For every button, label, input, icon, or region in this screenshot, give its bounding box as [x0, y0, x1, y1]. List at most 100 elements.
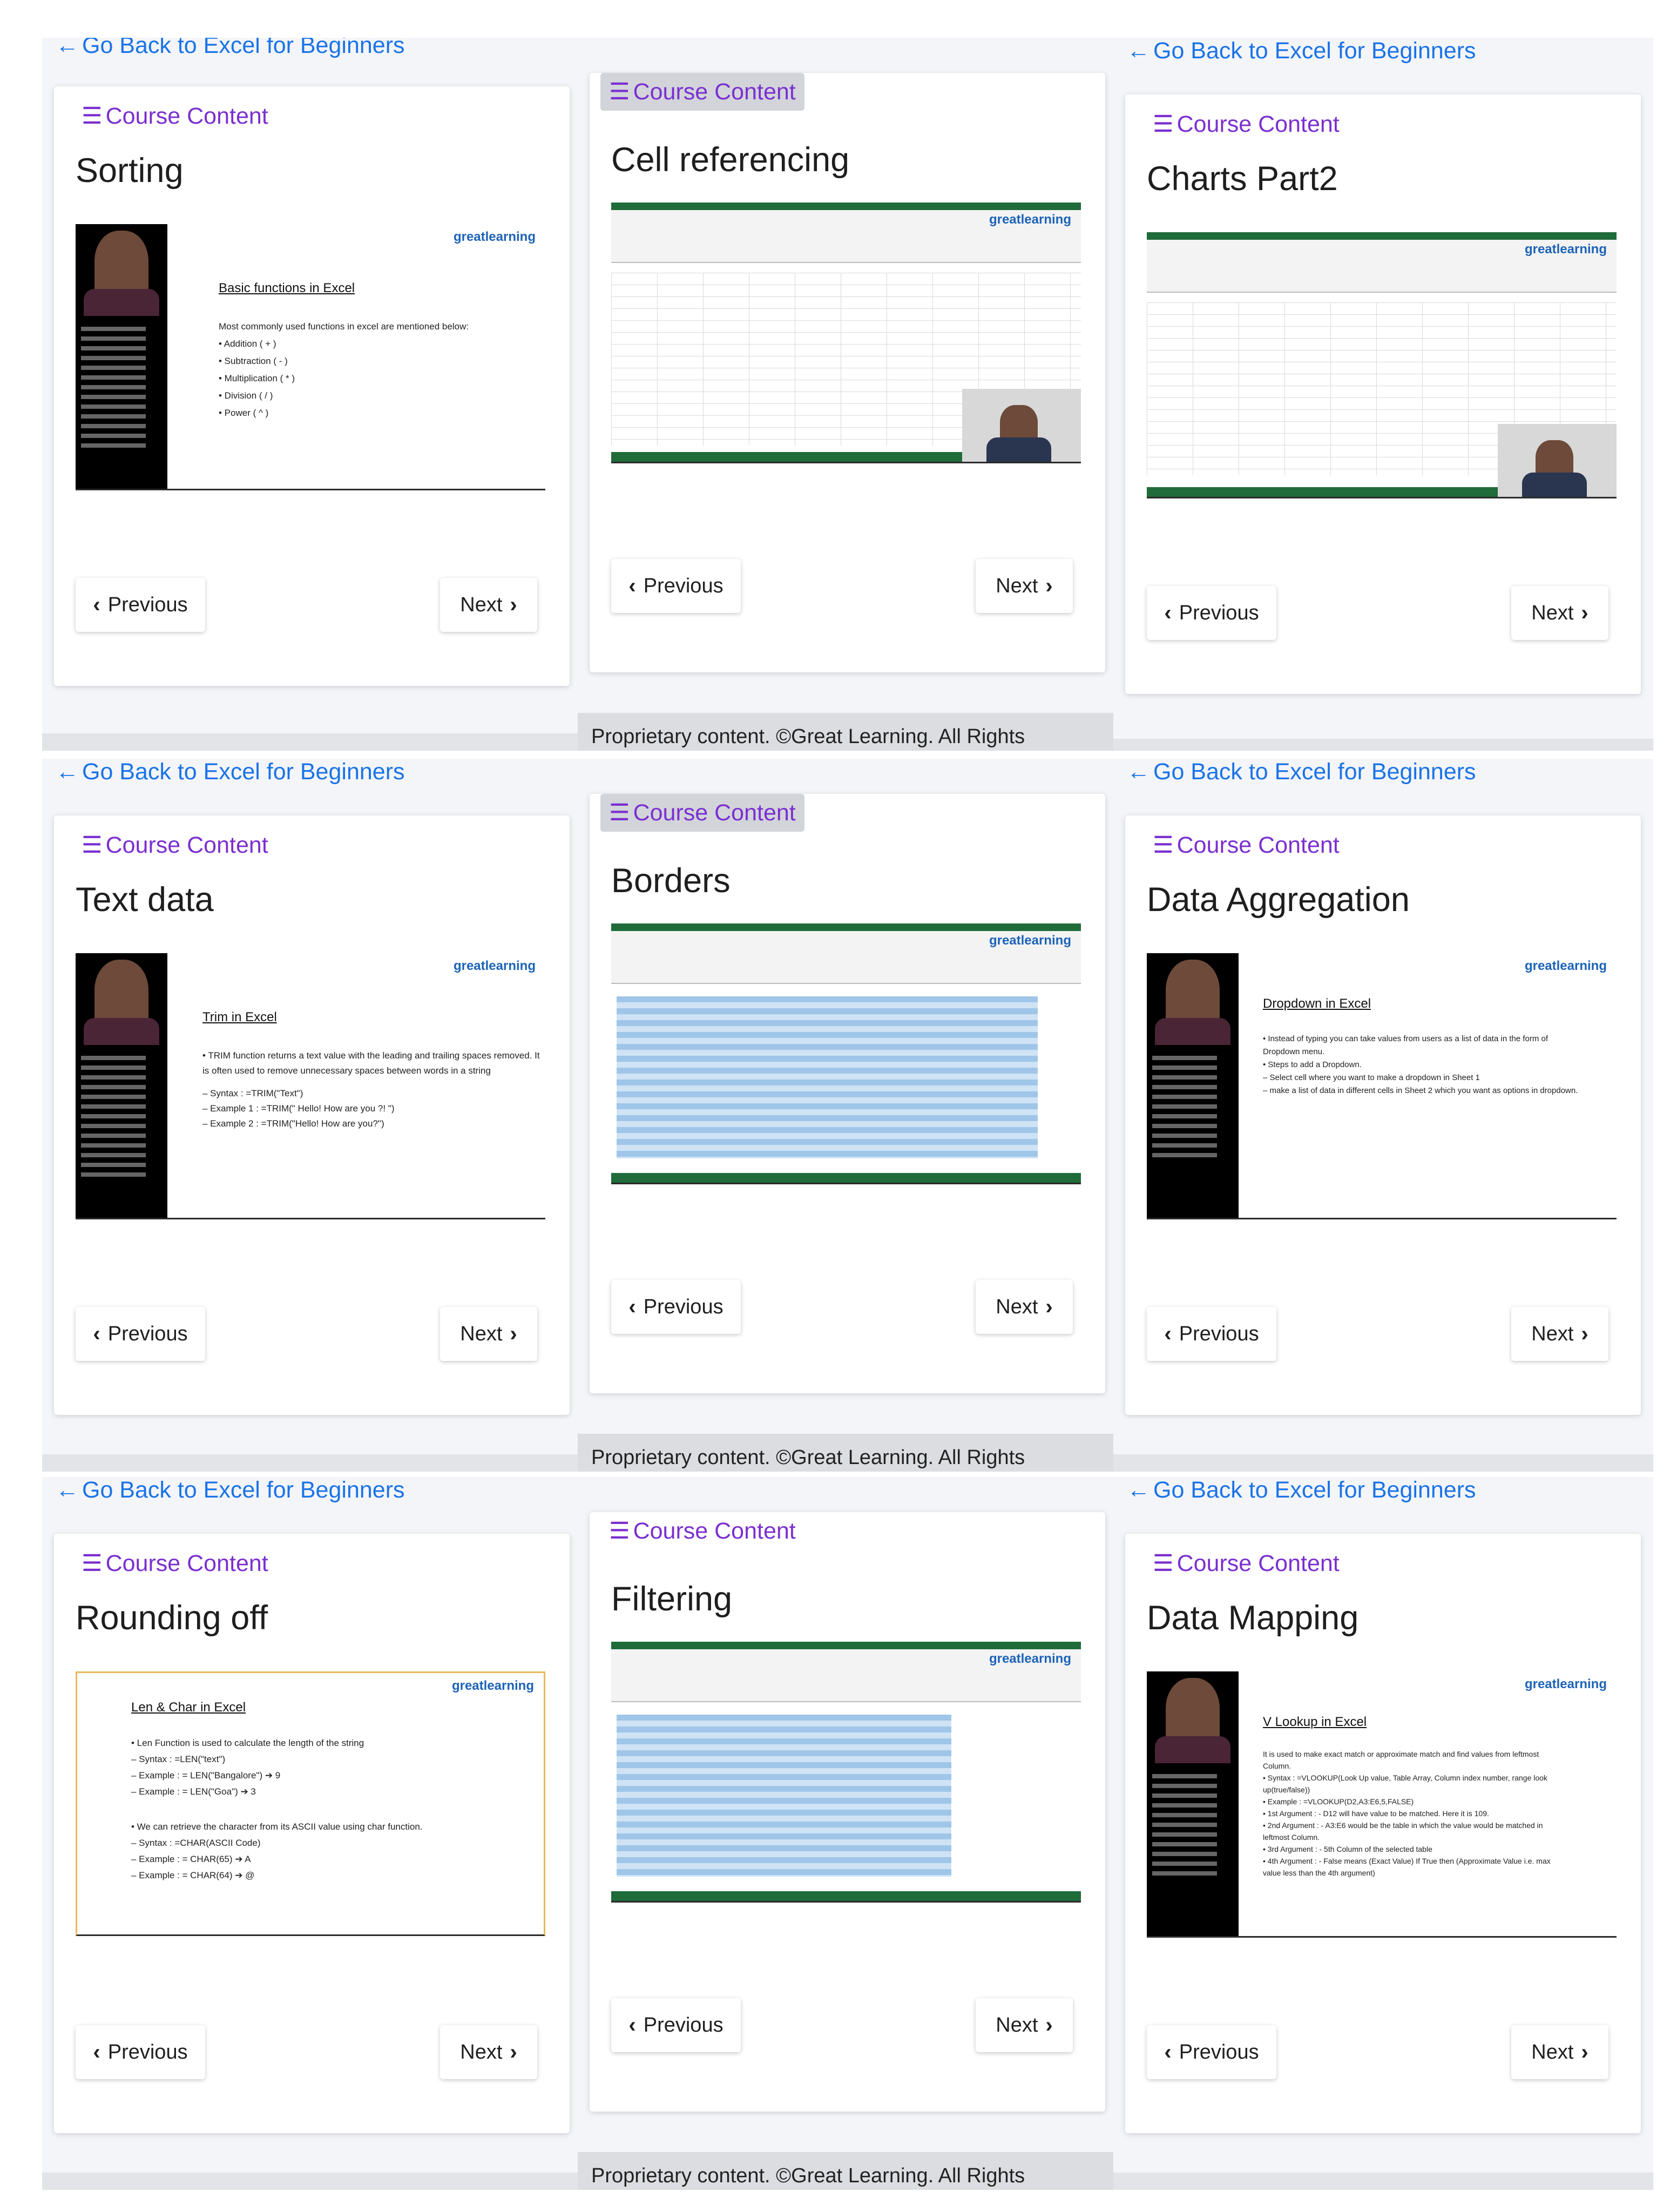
slide-line: It is used to make exact match or approx…	[1263, 1750, 1539, 1758]
slide-line: – Example : = LEN("Bangalore") ➔ 9	[131, 1770, 281, 1781]
arrow-left-icon: ←	[1127, 1477, 1150, 1503]
slide-line: • Len Function is used to calculate the …	[131, 1738, 364, 1748]
lesson-card: ☰ Course Content Filtering greatlearning …	[590, 1512, 1105, 2112]
lesson-title: Data Mapping	[1147, 1599, 1359, 1637]
slide-heading: Len & Char in Excel	[131, 1700, 246, 1715]
lesson-card: ☰ Course Content Sorting greatlearning Ba…	[54, 86, 570, 686]
lesson-title: Charts Part2	[1147, 160, 1338, 198]
course-content-button[interactable]: ☰ Course Content	[73, 97, 277, 135]
list-icon: ☰	[82, 832, 103, 858]
chevron-right-icon: ›	[510, 2040, 517, 2064]
next-button[interactable]: Next ›	[440, 578, 537, 632]
lesson-video[interactable]: greatlearning Len & Char in Excel • Len …	[76, 1671, 545, 1936]
next-button[interactable]: Next ›	[976, 1280, 1073, 1334]
next-button[interactable]: Next ›	[440, 2025, 537, 2079]
slide-line: value less than the 4th argument)	[1263, 1869, 1375, 1877]
next-button[interactable]: Next ›	[976, 1998, 1073, 2052]
arrow-left-icon: ←	[1127, 759, 1150, 785]
lesson-video[interactable]: greatlearning	[611, 1642, 1081, 1903]
course-content-button[interactable]: ☰ Course Content	[1144, 1545, 1348, 1582]
footer-bar	[42, 733, 582, 751]
arrow-left-icon: ←	[1127, 38, 1150, 64]
chevron-left-icon: ‹	[628, 574, 636, 598]
next-button[interactable]: Next ›	[440, 1307, 537, 1361]
course-content-button[interactable]: ☰ Course Content	[1144, 105, 1348, 143]
previous-button[interactable]: ‹ Previous	[76, 578, 205, 632]
greatlearning-logo: greatlearning	[1524, 1677, 1607, 1691]
panel-data-mapping: ← Go Back to Excel for Beginners ☰ Course …	[1113, 1477, 1653, 2190]
slide-line: – Syntax : =LEN("text")	[131, 1754, 226, 1764]
lesson-video[interactable]: greatlearning V Lookup in Excel It is us…	[1147, 1671, 1617, 1938]
slide-line: – Example : = LEN("Goa") ➔ 3	[131, 1786, 256, 1797]
chevron-right-icon: ›	[1581, 1321, 1588, 1346]
lesson-card: ☰ Course Content Rounding off greatlearni…	[54, 1534, 570, 2133]
previous-button[interactable]: ‹ Previous	[611, 1998, 741, 2052]
slide-line: • Subtraction ( - )	[219, 356, 288, 366]
lesson-video[interactable]: greatlearning Trim in Excel • TRIM funct…	[76, 953, 545, 1219]
back-link[interactable]: ← Go Back to Excel for Beginners	[1127, 38, 1476, 64]
footer-copyright: Proprietary content. ©Great Learning. Al…	[578, 713, 1118, 751]
lesson-video[interactable]: greatlearning	[1147, 232, 1617, 498]
arrow-left-icon: ←	[56, 38, 79, 58]
previous-button[interactable]: ‹ Previous	[1147, 586, 1276, 640]
chevron-right-icon: ›	[510, 1321, 517, 1346]
greatlearning-logo: greatlearning	[989, 212, 1071, 227]
chevron-right-icon: ›	[1045, 1294, 1053, 1319]
list-icon: ☰	[609, 79, 630, 105]
lesson-video[interactable]: greatlearning Basic functions in Excel M…	[76, 224, 545, 490]
slide-line: • 2nd Argument : - A3:E6 would be the ta…	[1263, 1821, 1543, 1830]
chevron-left-icon: ‹	[1164, 1321, 1172, 1346]
course-content-button[interactable]: ☰ Course Content	[600, 73, 804, 111]
next-button[interactable]: Next ›	[1511, 586, 1608, 640]
back-link[interactable]: ← Go Back to Excel for Beginners	[56, 1477, 405, 1503]
next-button[interactable]: Next ›	[1511, 1307, 1608, 1361]
course-content-button[interactable]: ☰ Course Content	[73, 1545, 277, 1582]
slide-line: • Division ( / )	[219, 390, 273, 401]
chevron-right-icon: ›	[510, 592, 517, 617]
next-button[interactable]: Next ›	[1511, 2025, 1608, 2079]
lesson-video[interactable]: greatlearning	[611, 923, 1081, 1184]
course-content-button[interactable]: ☰ Course Content	[1144, 826, 1348, 864]
lesson-card: ☰ Course Content Text data greatlearning …	[54, 815, 570, 1415]
slide-line: • 4th Argument : - False means (Exact Va…	[1263, 1857, 1551, 1865]
slide-line: – Select cell where you want to make a d…	[1263, 1073, 1480, 1082]
footer-copyright: Proprietary content. ©Great Learning. Al…	[578, 2152, 1118, 2190]
back-link[interactable]: ← Go Back to Excel for Beginners	[56, 759, 405, 785]
footer-bar	[42, 1454, 582, 1472]
lesson-video[interactable]: greatlearning Dropdown in Excel • Instea…	[1147, 953, 1617, 1219]
chevron-left-icon: ‹	[628, 2013, 636, 2037]
slide-line: • Example : =VLOOKUP(D2,A3:E6,5,FALSE)	[1263, 1797, 1414, 1806]
excel-window	[611, 1642, 1081, 1901]
back-link[interactable]: ← Go Back to Excel for Beginners	[1127, 759, 1476, 785]
lesson-video[interactable]: greatlearning	[611, 203, 1081, 463]
footer-bar	[42, 2173, 582, 2190]
previous-button[interactable]: ‹ Previous	[1147, 1307, 1276, 1361]
greatlearning-logo: greatlearning	[989, 1651, 1071, 1666]
previous-button[interactable]: ‹ Previous	[611, 559, 741, 613]
list-icon: ☰	[609, 800, 630, 826]
previous-button[interactable]: ‹ Previous	[1147, 2025, 1276, 2079]
slide-line: – Example 2 : =TRIM("Hello! How are you?…	[202, 1118, 384, 1129]
lesson-title: Cell referencing	[611, 141, 850, 179]
next-button[interactable]: Next ›	[976, 559, 1073, 613]
slide-line: – Syntax : =TRIM("Text")	[202, 1088, 303, 1098]
slide-line: • Steps to add a Dropdown.	[1263, 1060, 1362, 1069]
back-link[interactable]: ← Go Back to Excel for Beginners	[56, 38, 405, 59]
chevron-right-icon: ›	[1045, 2013, 1053, 2037]
list-icon: ☰	[609, 1518, 630, 1544]
course-content-button[interactable]: ☰ Course Content	[600, 1512, 804, 1550]
previous-button[interactable]: ‹ Previous	[611, 1280, 741, 1334]
greatlearning-logo: greatlearning	[451, 1678, 534, 1693]
chevron-right-icon: ›	[1045, 574, 1053, 598]
slide-line: Dropdown menu.	[1263, 1047, 1325, 1056]
slide-line: • Multiplication ( * )	[219, 373, 295, 383]
back-link[interactable]: ← Go Back to Excel for Beginners	[1127, 1477, 1476, 1503]
course-content-button[interactable]: ☰ Course Content	[73, 826, 277, 864]
previous-button[interactable]: ‹ Previous	[76, 2025, 205, 2079]
course-content-button[interactable]: ☰ Course Content	[600, 794, 804, 832]
footer-copyright: Proprietary content. ©Great Learning. Al…	[578, 1434, 1118, 1472]
previous-button[interactable]: ‹ Previous	[76, 1307, 205, 1361]
slide-line: • 3rd Argument : - 5th Column of the sel…	[1263, 1845, 1432, 1853]
panel-rounding-off: ← Go Back to Excel for Beginners ☰ Course …	[42, 1477, 582, 2190]
slide-line: – Example : = CHAR(65) ➔ A	[131, 1854, 251, 1864]
